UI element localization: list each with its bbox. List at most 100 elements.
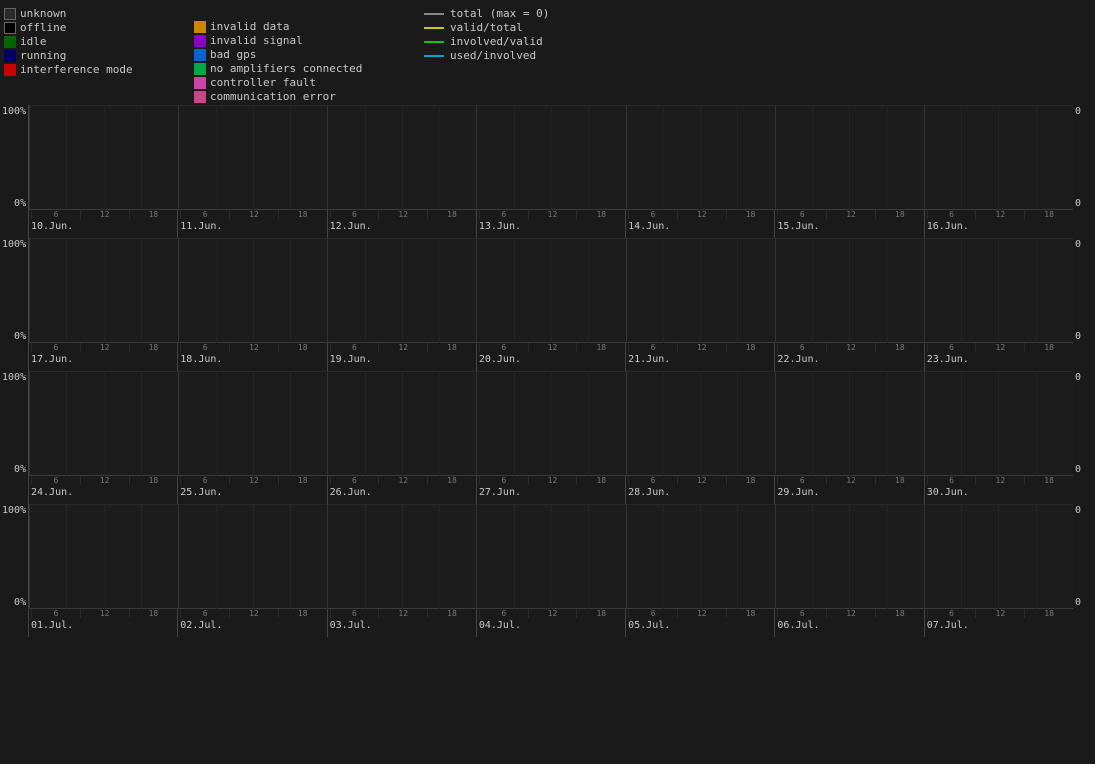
tick-label-12: 12 [826, 609, 875, 618]
date-label-0-1: 11.Jun. [180, 221, 222, 232]
tick-label-18: 18 [278, 609, 327, 618]
tick-label-12: 12 [826, 343, 875, 352]
date-segment-1-5: 6121822.Jun. [774, 343, 923, 371]
date-segment-2-0: 6121824.Jun. [28, 476, 177, 504]
chart-right-label-0: 00 [1073, 105, 1095, 210]
tick-label-12: 12 [378, 609, 427, 618]
date-segment-3-3: 6121804.Jul. [476, 609, 625, 637]
date-label-2-0: 24.Jun. [31, 487, 73, 498]
tick-label-12: 12 [975, 609, 1024, 618]
tick-label-6: 6 [927, 210, 976, 219]
tick-label-6: 6 [330, 609, 379, 618]
legend-item-no-amp: no amplifiers connected [194, 62, 414, 75]
tick-label-12: 12 [975, 210, 1024, 219]
tick-label-6: 6 [628, 609, 677, 618]
date-segment-0-5: 6121815.Jun. [774, 210, 923, 238]
tick-label-18: 18 [427, 476, 476, 485]
chart-right-label-2: 00 [1073, 371, 1095, 476]
date-label-0-3: 13.Jun. [479, 221, 521, 232]
tick-label-12: 12 [528, 343, 577, 352]
date-segment-2-1: 6121825.Jun. [177, 476, 326, 504]
tick-label-6: 6 [330, 343, 379, 352]
unknown-label: unknown [20, 7, 66, 20]
tick-label-18: 18 [129, 476, 178, 485]
tick-label-18: 18 [726, 609, 775, 618]
date-segment-3-5: 6121806.Jul. [774, 609, 923, 637]
legend-item-running: running [4, 49, 184, 62]
tick-label-6: 6 [628, 210, 677, 219]
tick-label-18: 18 [726, 343, 775, 352]
chart-canvas-0 [28, 105, 1073, 210]
chart-dates-3: 6121801.Jul.6121802.Jul.6121803.Jul.6121… [28, 609, 1073, 637]
tick-label-6: 6 [180, 476, 229, 485]
date-segment-0-3: 6121813.Jun. [476, 210, 625, 238]
tick-label-18: 18 [427, 609, 476, 618]
legend-item-total: total (max = 0) [424, 7, 584, 20]
chart-dates-2: 6121824.Jun.6121825.Jun.6121826.Jun.6121… [28, 476, 1073, 504]
tick-label-6: 6 [180, 609, 229, 618]
tick-label-6: 6 [628, 476, 677, 485]
date-segment-0-4: 6121814.Jun. [625, 210, 774, 238]
legend-item-used-involved: used/involved [424, 49, 584, 62]
tick-label-12: 12 [826, 210, 875, 219]
legend-item-unknown: unknown [4, 7, 184, 20]
tick-label-12: 12 [80, 476, 129, 485]
date-label-1-3: 20.Jun. [479, 354, 521, 365]
tick-label-6: 6 [479, 210, 528, 219]
charts-area: 100%0%006121810.Jun.6121811.Jun.6121812.… [0, 105, 1095, 637]
tick-label-18: 18 [576, 609, 625, 618]
tick-label-18: 18 [576, 210, 625, 219]
no-amp-swatch [194, 63, 206, 75]
invalid-signal-label: invalid signal [210, 34, 303, 47]
tick-label-6: 6 [927, 609, 976, 618]
date-label-0-4: 14.Jun. [628, 221, 670, 232]
date-label-0-5: 15.Jun. [777, 221, 819, 232]
tick-label-18: 18 [1024, 476, 1073, 485]
date-label-1-5: 22.Jun. [777, 354, 819, 365]
date-label-2-5: 29.Jun. [777, 487, 819, 498]
legend-item-idle: idle [4, 35, 184, 48]
tick-label-6: 6 [628, 343, 677, 352]
chart-row-3: 100%0%006121801.Jul.6121802.Jul.6121803.… [0, 504, 1095, 637]
date-segment-3-2: 6121803.Jul. [327, 609, 476, 637]
date-label-3-5: 06.Jul. [777, 620, 819, 631]
tick-label-18: 18 [427, 343, 476, 352]
legend-item-comm-error: communication error [194, 90, 414, 103]
date-segment-2-3: 6121827.Jun. [476, 476, 625, 504]
tick-label-12: 12 [378, 476, 427, 485]
invalid-data-label: invalid data [210, 20, 289, 33]
tick-label-12: 12 [80, 343, 129, 352]
chart-left-label-2: 100%0% [0, 371, 28, 476]
offline-swatch [4, 22, 16, 34]
idle-swatch [4, 36, 16, 48]
tick-label-12: 12 [229, 476, 278, 485]
tick-label-18: 18 [875, 210, 924, 219]
offline-label: offline [20, 21, 66, 34]
date-segment-1-1: 6121818.Jun. [177, 343, 326, 371]
used-involved-label: used/involved [450, 49, 536, 62]
chart-row-1: 100%0%006121817.Jun.6121818.Jun.6121819.… [0, 238, 1095, 371]
tick-label-6: 6 [180, 210, 229, 219]
tick-label-12: 12 [229, 609, 278, 618]
legend-item-valid-total: valid/total [424, 21, 584, 34]
date-segment-0-6: 6121816.Jun. [924, 210, 1073, 238]
tick-label-18: 18 [1024, 210, 1073, 219]
tick-label-6: 6 [330, 476, 379, 485]
date-segment-1-6: 6121823.Jun. [924, 343, 1073, 371]
tick-label-12: 12 [677, 476, 726, 485]
invalid-data-swatch [194, 21, 206, 33]
date-label-3-0: 01.Jul. [31, 620, 73, 631]
date-segment-1-4: 6121821.Jun. [625, 343, 774, 371]
date-label-0-2: 12.Jun. [330, 221, 372, 232]
legend-item-ctrl-fault: controller fault [194, 76, 414, 89]
ctrl-fault-label: controller fault [210, 76, 316, 89]
legend-mid-col: invalid data invalid signal bad gps no a… [194, 6, 414, 103]
chart-canvas-2 [28, 371, 1073, 476]
tick-label-12: 12 [229, 343, 278, 352]
tick-label-18: 18 [576, 343, 625, 352]
date-label-3-4: 05.Jul. [628, 620, 670, 631]
tick-label-6: 6 [31, 343, 80, 352]
legend-mid-title [194, 6, 414, 19]
tick-label-18: 18 [726, 210, 775, 219]
legend-item-offline: offline [4, 21, 184, 34]
